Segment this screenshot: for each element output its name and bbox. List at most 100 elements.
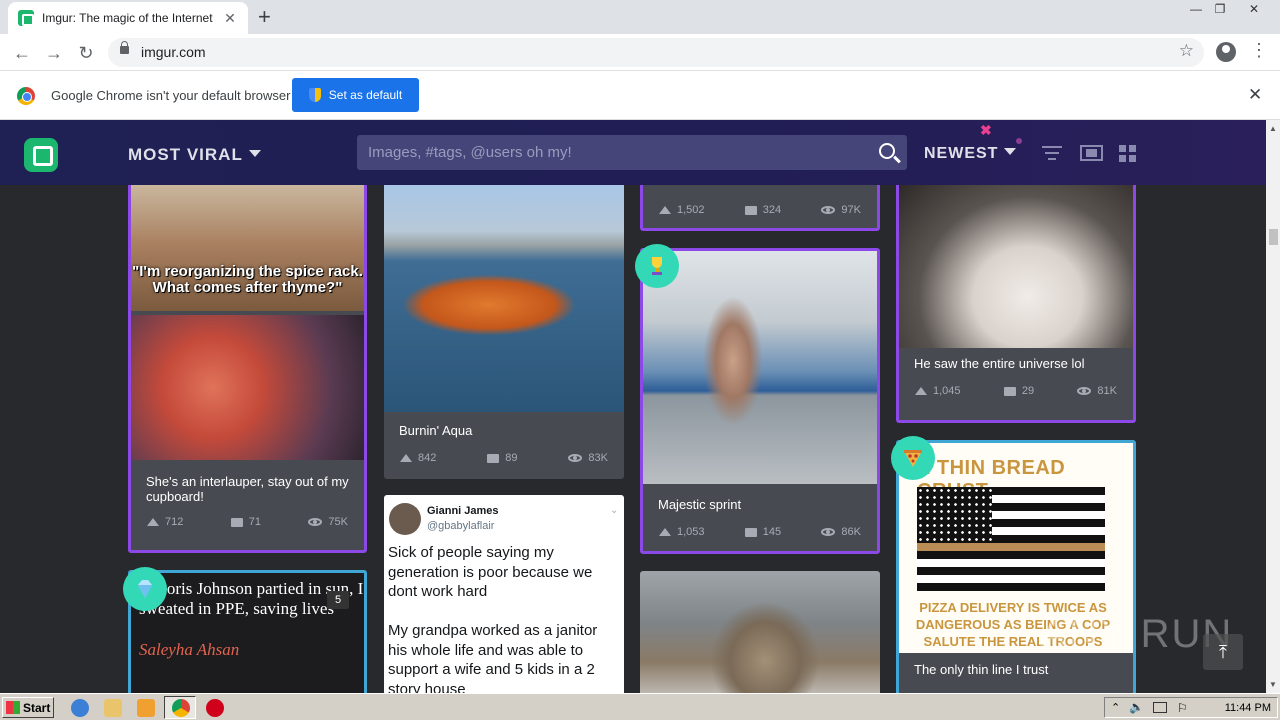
scroll-thumb[interactable] [1269,229,1278,245]
browser-tab[interactable]: Imgur: The magic of the Internet ✕ [8,2,248,34]
upvote-icon[interactable] [659,206,671,214]
award-badge [635,244,679,288]
post-card[interactable]: He saw the entire universe lol 1,045 29 … [896,185,1136,423]
comment-icon [744,205,757,215]
post-title: The only thin line I trust [914,662,1049,677]
tweet-author-handle: @gbabylaflair [427,520,495,532]
views-icon [308,518,323,526]
browser-toolbar: ← → ↻ imgur.com ☆ [0,34,1280,71]
comment-count: 324 [762,204,782,216]
post-card[interactable]: Gianni James @gbabylaflair ⌄ Sick of peo… [384,495,624,693]
profile-icon[interactable] [1216,42,1236,62]
filter-icon[interactable] [1042,146,1062,160]
scroll-up-icon[interactable]: ▲ [1269,124,1277,133]
view-count: 86K [841,526,861,538]
view-count: 83K [588,452,608,464]
volume-icon[interactable]: 🔈 [1129,700,1144,714]
opera-icon[interactable] [206,699,224,717]
imgur-header: MOST VIRAL NEWEST [0,120,1266,185]
post-stats: 842 89 83K [400,451,608,465]
grid-view-icon[interactable] [1119,145,1136,162]
post-card[interactable]: Burnin' Aqua 842 89 83K [384,185,624,479]
folder-icon[interactable] [104,699,122,717]
chevron-down-icon: ⌄ [610,505,619,516]
tweet-author-name: Gianni James [427,505,499,517]
infobar-close-icon[interactable]: ✕ [1248,85,1262,105]
album-count-badge: 5 [327,591,349,609]
address-bar[interactable]: imgur.com ☆ [108,38,1204,67]
ie-icon[interactable] [71,699,89,717]
post-stats: 1,053 145 86K [659,525,861,539]
decor-dot [1016,138,1022,144]
upvote-icon[interactable] [400,454,412,462]
trophy-icon [652,257,662,275]
flag-image [917,487,1105,591]
award-badge [123,567,167,611]
view-count: 75K [328,516,348,528]
forward-button[interactable]: → [42,41,66,65]
chrome-taskbar-button[interactable] [164,696,196,719]
section-dropdown[interactable]: MOST VIRAL [128,145,261,165]
post-image [710,601,820,693]
post-card[interactable] [640,571,880,693]
post-card[interactable]: "I'm reorganizing the spice rack. What c… [128,185,367,553]
system-tray: ⌃ 🔈 ⚐ 11:44 PM [1104,697,1278,718]
comment-count: 89 [505,452,518,464]
post-title: Majestic sprint [658,497,742,512]
chrome-logo-icon [17,87,35,105]
media-player-icon[interactable] [137,699,155,717]
upvote-icon[interactable] [147,518,159,526]
post-image-author: Saleyha Ahsan [139,640,240,659]
comment-icon [487,453,500,463]
upvote-count: 1,053 [677,526,705,538]
view-count: 97K [841,204,861,216]
comment-count: 71 [248,516,262,528]
page-scrollbar[interactable]: ▲ ▼ [1266,120,1280,693]
award-badge [891,436,935,480]
comment-count: 145 [762,526,782,538]
imgur-favicon-icon [18,10,34,26]
close-window-button[interactable]: ✕ [1240,0,1268,18]
windows-taskbar: Start ⌃ 🔈 ⚐ 11:44 PM [0,693,1280,720]
view-count: 81K [1097,385,1117,397]
upvote-count: 1,502 [677,204,705,216]
upvote-count: 712 [165,516,184,528]
search-input[interactable] [357,135,867,170]
chrome-menu-icon[interactable]: ⋮ [1250,40,1268,61]
comment-icon [230,517,243,527]
imgur-logo-icon[interactable] [24,138,58,172]
url-text: imgur.com [141,44,206,60]
post-title: He saw the entire universe lol [914,356,1085,371]
post-image: "I'm reorganizing the spice rack. What c… [131,185,364,311]
sort-dropdown[interactable]: NEWEST [924,145,1017,163]
restore-button[interactable]: ❐ [1206,0,1234,18]
upvote-icon[interactable] [915,387,927,395]
post-card[interactable]: 1,502 324 97K [640,185,880,231]
bookmark-star-icon[interactable]: ☆ [1179,41,1194,61]
start-label: Start [23,700,51,715]
upvote-count: 1,045 [933,385,961,397]
start-button[interactable]: Start [2,697,54,718]
scroll-down-icon[interactable]: ▼ [1269,680,1277,689]
flag-icon[interactable]: ⚐ [1177,701,1188,715]
network-icon[interactable] [1153,702,1167,713]
tab-title: Imgur: The magic of the Internet [42,11,213,25]
post-stats: 712 71 75K [147,515,348,529]
post-stats: 1,045 29 81K [915,384,1117,398]
post-card[interactable]: Majestic sprint 1,053 145 86K [640,248,880,554]
comment-icon [744,527,757,537]
tray-expand-icon[interactable]: ⌃ [1111,701,1120,714]
back-button[interactable]: ← [10,41,34,65]
scroll-to-top-button[interactable]: ⤒ [1203,634,1243,670]
close-tab-icon[interactable]: ✕ [222,10,238,27]
diamond-icon [138,580,152,598]
upvote-icon[interactable] [659,528,671,536]
set-as-default-button[interactable]: Set as default [292,78,419,112]
section-label: MOST VIRAL [128,145,243,164]
view-mode-icon[interactable] [1080,145,1103,161]
search-icon[interactable] [879,143,895,159]
reload-button[interactable]: ↻ [74,41,98,65]
new-tab-button[interactable]: + [258,5,271,29]
uac-shield-icon [308,88,321,102]
comment-count: 29 [1021,385,1035,397]
